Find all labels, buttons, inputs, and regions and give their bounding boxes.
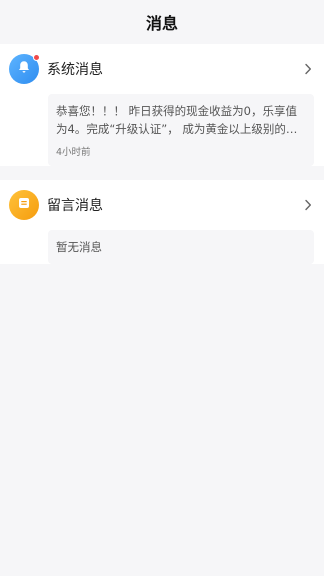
unread-dot	[33, 54, 40, 61]
system-messages-header[interactable]: 系统消息	[0, 44, 324, 94]
comment-message-preview: 暂无消息	[48, 230, 314, 264]
bell-icon	[16, 59, 32, 79]
empty-state-text: 暂无消息	[56, 240, 102, 254]
chevron-right-icon	[302, 63, 314, 75]
comment-messages-avatar	[9, 190, 39, 220]
system-messages-section: 系统消息 恭喜您！！！ 昨日获得的现金收益为0，乐享值为4。完成“升级认证”， …	[0, 44, 324, 166]
top-bar: 消息	[0, 0, 324, 44]
system-messages-title: 系统消息	[47, 62, 103, 78]
comment-messages-title: 留言消息	[47, 198, 103, 214]
system-message-preview[interactable]: 恭喜您！！！ 昨日获得的现金收益为0，乐享值为4。完成“升级认证”， 成为黄金以…	[48, 94, 314, 166]
comment-messages-section: 留言消息 暂无消息	[0, 180, 324, 264]
system-message-text: 恭喜您！！！ 昨日获得的现金收益为0，乐享值为4。完成“升级认证”， 成为黄金以…	[56, 104, 297, 136]
chevron-right-icon	[302, 199, 314, 211]
system-message-time: 4小时前	[56, 147, 91, 158]
message-icon	[16, 195, 32, 215]
comment-messages-header[interactable]: 留言消息	[0, 180, 324, 230]
page-title: 消息	[145, 14, 178, 33]
system-messages-avatar	[9, 54, 40, 84]
